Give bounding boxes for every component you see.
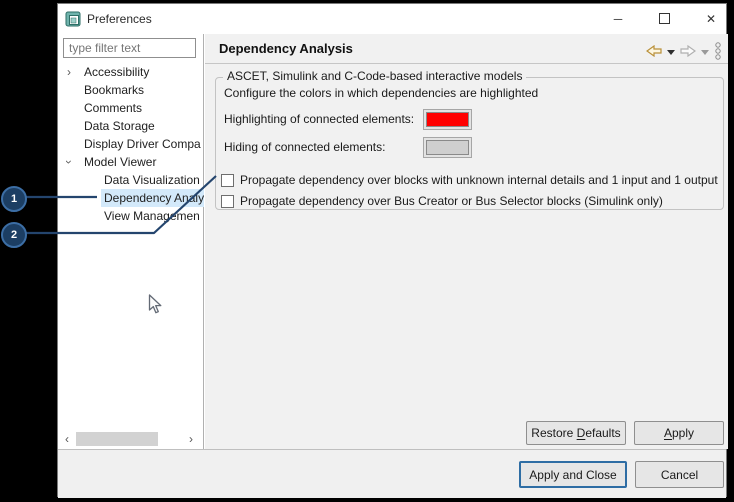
propagate-unknown-blocks-checkbox[interactable]: [221, 173, 234, 187]
preferences-dialog: Preferences ─ ✕ › Accessibility Bookmark…: [57, 3, 728, 498]
callout-badge-2: 2: [1, 222, 27, 248]
callout-badge-1: 1: [1, 186, 27, 212]
close-icon: ✕: [705, 11, 717, 26]
tree-item-bookmarks[interactable]: Bookmarks: [58, 81, 204, 99]
propagate-bus-blocks-checkbox[interactable]: [221, 194, 234, 208]
maximize-icon: [658, 13, 670, 24]
title-bar: Preferences ─ ✕: [58, 4, 726, 34]
tree-item-model-viewer[interactable]: › Model Viewer: [58, 153, 204, 171]
preferences-tree: › Accessibility Bookmarks Comments Data …: [58, 63, 204, 225]
hide-color-button[interactable]: [423, 137, 472, 158]
propagate-unknown-blocks-label: Propagate dependency over blocks with un…: [240, 173, 718, 187]
scroll-left-icon[interactable]: ‹: [60, 432, 74, 446]
forward-arrow-icon[interactable]: [680, 45, 696, 57]
hide-color-label: Hiding of connected elements:: [224, 140, 386, 154]
page-header: Dependency Analysis: [205, 34, 728, 64]
hide-color-swatch: [426, 140, 469, 155]
apply-and-close-button[interactable]: Apply and Close: [519, 461, 627, 488]
dependency-analysis-page: Dependency Analysis ASCET, Simulink and …: [205, 34, 728, 449]
forward-dropdown-icon[interactable]: [701, 49, 709, 55]
preferences-tree-panel: › Accessibility Bookmarks Comments Data …: [58, 34, 204, 449]
page-title: Dependency Analysis: [219, 41, 353, 56]
apply-button[interactable]: Apply: [634, 421, 724, 445]
minimize-button[interactable]: ─: [603, 4, 633, 33]
tree-horizontal-scrollbar[interactable]: ‹ ›: [60, 431, 198, 447]
scrollbar-thumb[interactable]: [76, 432, 158, 446]
header-nav-icons: [646, 42, 722, 60]
highlight-color-button[interactable]: [423, 109, 472, 130]
back-dropdown-icon[interactable]: [667, 49, 675, 55]
close-button[interactable]: ✕: [696, 4, 726, 33]
interactive-models-group: ASCET, Simulink and C-Code-based interac…: [215, 69, 724, 210]
maximize-button[interactable]: [649, 4, 679, 33]
tree-item-accessibility[interactable]: › Accessibility: [58, 63, 204, 81]
view-menu-icon[interactable]: [714, 42, 722, 60]
propagate-unknown-blocks-row: Propagate dependency over blocks with un…: [221, 172, 718, 188]
back-arrow-icon[interactable]: [646, 45, 662, 57]
tree-item-display-driver[interactable]: Display Driver Compa: [58, 135, 204, 153]
chevron-down-icon[interactable]: ›: [60, 156, 78, 168]
scrollbar-track[interactable]: [74, 432, 184, 446]
cancel-button[interactable]: Cancel: [635, 461, 724, 488]
restore-defaults-button[interactable]: Restore Defaults: [526, 421, 626, 445]
tree-item-data-visualization[interactable]: Data Visualization: [58, 171, 204, 189]
propagate-bus-blocks-label: Propagate dependency over Bus Creator or…: [240, 194, 663, 208]
preferences-app-icon: [65, 11, 81, 27]
group-description: Configure the colors in which dependenci…: [224, 86, 539, 100]
tree-item-view-management[interactable]: View Managemen: [58, 207, 204, 225]
mouse-cursor: [148, 294, 162, 314]
tree-item-data-storage[interactable]: Data Storage: [58, 117, 204, 135]
tree-item-comments[interactable]: Comments: [58, 99, 204, 117]
filter-input[interactable]: [63, 38, 196, 58]
tree-item-dependency-analysis[interactable]: Dependency Analy: [58, 189, 204, 207]
chevron-right-icon[interactable]: ›: [63, 63, 75, 81]
propagate-bus-blocks-row: Propagate dependency over Bus Creator or…: [221, 193, 663, 209]
minimize-icon: ─: [613, 11, 623, 26]
scroll-right-icon[interactable]: ›: [184, 432, 198, 446]
highlight-color-label: Highlighting of connected elements:: [224, 112, 415, 126]
highlight-color-swatch: [426, 112, 469, 127]
group-label: ASCET, Simulink and C-Code-based interac…: [223, 69, 527, 83]
window-title: Preferences: [87, 12, 152, 26]
